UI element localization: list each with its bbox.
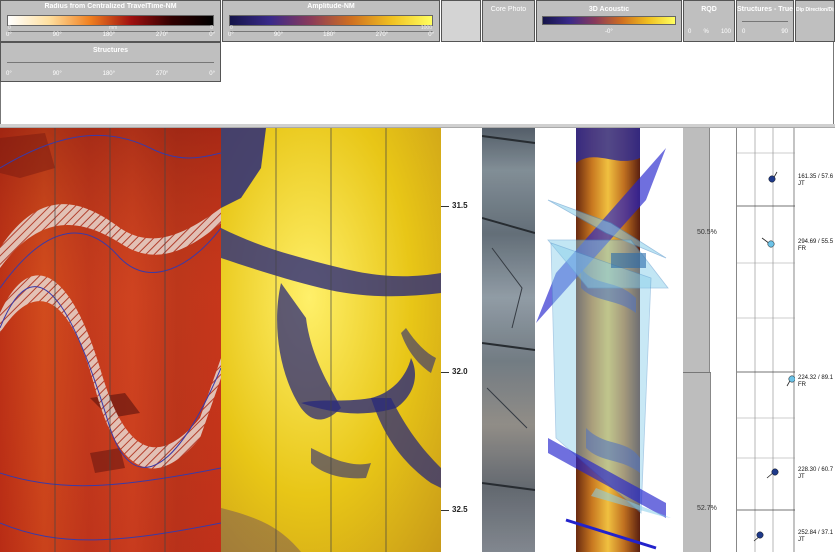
rqd-value-label: 52.7% xyxy=(697,505,717,512)
radius-tick: 270° xyxy=(155,32,169,38)
acoustic-tick: -0° xyxy=(605,29,613,35)
depth-tick xyxy=(441,206,449,207)
structure-type: JT xyxy=(798,181,805,187)
structure-type: FR xyxy=(798,246,806,252)
acoustic-3d-track[interactable] xyxy=(536,128,683,552)
structures-tick: 0° xyxy=(209,71,215,77)
amplitude-image-track[interactable] xyxy=(221,128,441,552)
structure-label: 252.84 / 37.1 JT xyxy=(798,530,833,544)
structure-tadpole xyxy=(756,531,764,539)
amplitude-ticks: 0° 90° 180° 270° 0° xyxy=(228,32,434,38)
radius-tick: 0° xyxy=(6,32,12,38)
fracture-plane xyxy=(611,253,646,268)
structure-type: JT xyxy=(798,537,805,543)
amplitude-track-svg xyxy=(221,128,441,552)
core-photo-header[interactable]: Core Photo xyxy=(482,0,535,42)
structure-type: JT xyxy=(798,474,805,480)
rqd-value-label: 50.5% xyxy=(697,229,717,236)
structures-true-header[interactable]: Structures - True 0 90 xyxy=(736,0,794,42)
structure-label: 161.35 / 57.6 JT xyxy=(798,174,833,188)
depth-tick xyxy=(441,372,449,373)
depth-track: 31.5 32.0 32.5 xyxy=(441,128,482,552)
structure-dip-text: 294.69 / 55.5 xyxy=(798,239,834,245)
structures-grid-svg xyxy=(737,128,795,552)
structures-tick: 90° xyxy=(52,71,62,77)
structures-true-ticks: 0 90 xyxy=(742,29,788,35)
radius-track-svg xyxy=(0,128,221,552)
radius-image-track[interactable] xyxy=(0,128,221,552)
structures-true-header-title: Structures - True xyxy=(737,6,793,13)
rqd-tick: 100 xyxy=(720,29,731,35)
structure-label: 224.32 / 89.1 FR xyxy=(798,375,833,389)
structure-dip-text: 161.35 / 57.6 xyxy=(798,174,834,180)
amplitude-header[interactable]: Amplitude-NM 0 1000 0° 90° 180° 270° 0° xyxy=(222,0,440,42)
amplitude-tick: 0° xyxy=(428,32,434,38)
dip-direction-header-title: Dip Direction/Dip xyxy=(796,7,834,13)
rqd-header[interactable]: RQD 0 % 100 xyxy=(683,0,735,42)
rqd-bar xyxy=(683,372,711,552)
structures-tick: 0° xyxy=(6,71,12,77)
structures-header[interactable]: Structures 0° 90° 180° 270° 0° xyxy=(0,42,221,82)
radius-tick: 90° xyxy=(52,32,62,38)
rqd-tick: % xyxy=(703,29,709,35)
amplitude-dark-region xyxy=(371,398,441,488)
structures-ticks: 0° 90° 180° 270° 0° xyxy=(6,71,215,77)
header-frame-left xyxy=(0,82,1,126)
depth-label: 31.5 xyxy=(452,201,468,210)
header-frame-right xyxy=(833,42,834,126)
acoustic-color-scale xyxy=(542,16,676,25)
depth-label: 32.0 xyxy=(452,367,468,376)
rqd-ticks: 0 % 100 xyxy=(688,29,731,35)
structure-label: 228.30 / 60.7 JT xyxy=(798,467,833,481)
acoustic-header-title: 3D Acoustic xyxy=(588,6,630,13)
amplitude-dark-region xyxy=(311,448,371,479)
amplitude-dark-region xyxy=(277,283,341,420)
amplitude-dark-region xyxy=(221,128,266,208)
structures-scale-line xyxy=(7,62,214,63)
radius-header-title: Radius from Centralized TravelTime-NM xyxy=(44,3,177,10)
structures-header-title: Structures xyxy=(92,47,128,54)
rqd-header-title: RQD xyxy=(701,6,717,13)
amplitude-color-scale xyxy=(229,15,433,26)
structures-true-track[interactable] xyxy=(736,128,795,552)
structures-true-tick: 90 xyxy=(781,29,788,35)
amplitude-tick: 180° xyxy=(323,32,336,38)
structure-type: FR xyxy=(798,382,806,388)
radius-ticks: 0° 90° 180° 270° 0° xyxy=(6,32,215,38)
structure-dip-text: 224.32 / 89.1 xyxy=(798,375,834,381)
core-photo-track[interactable] xyxy=(482,128,535,552)
radius-header[interactable]: Radius from Centralized TravelTime-NM 0 … xyxy=(0,0,221,42)
structures-true-tick: 0 xyxy=(742,29,746,35)
depth-tick xyxy=(441,510,449,511)
dip-direction-track: 161.35 / 57.6 JT 294.69 / 55.5 FR 224.32… xyxy=(795,128,835,552)
structure-dip-text: 228.30 / 60.7 xyxy=(798,467,834,473)
amplitude-dark-region xyxy=(221,508,301,552)
structures-tick: 180° xyxy=(102,71,116,77)
acoustic-3d-svg xyxy=(536,128,671,552)
core-photo-svg xyxy=(482,128,535,552)
radius-tick: 0° xyxy=(209,32,215,38)
structure-label: 294.69 / 55.5 FR xyxy=(798,239,833,253)
dip-direction-header[interactable]: Dip Direction/Dip xyxy=(795,0,835,42)
structure-dip-text: 252.84 / 37.1 xyxy=(798,530,834,536)
structure-tadpole xyxy=(767,240,775,248)
rqd-tick: 0 xyxy=(688,29,692,35)
depth-label: 32.5 xyxy=(452,505,468,514)
structures-tick: 270° xyxy=(155,71,169,77)
structures-true-scale-line xyxy=(742,21,788,22)
amplitude-tick: 0° xyxy=(228,32,234,38)
depth-header-blank xyxy=(441,0,481,42)
structure-tadpole xyxy=(771,468,779,476)
structure-tadpole xyxy=(768,175,776,183)
rqd-track[interactable]: 50.5% 52.7% xyxy=(683,128,735,552)
amplitude-dark-region xyxy=(401,328,436,373)
rqd-bar xyxy=(683,128,710,372)
amplitude-tick: 90° xyxy=(273,32,283,38)
acoustic-header[interactable]: 3D Acoustic -0° xyxy=(536,0,682,42)
amplitude-header-title: Amplitude-NM xyxy=(307,3,355,10)
core-photo-header-title: Core Photo xyxy=(490,6,527,13)
radius-tick: 180° xyxy=(102,32,116,38)
amplitude-tick: 270° xyxy=(375,32,389,38)
